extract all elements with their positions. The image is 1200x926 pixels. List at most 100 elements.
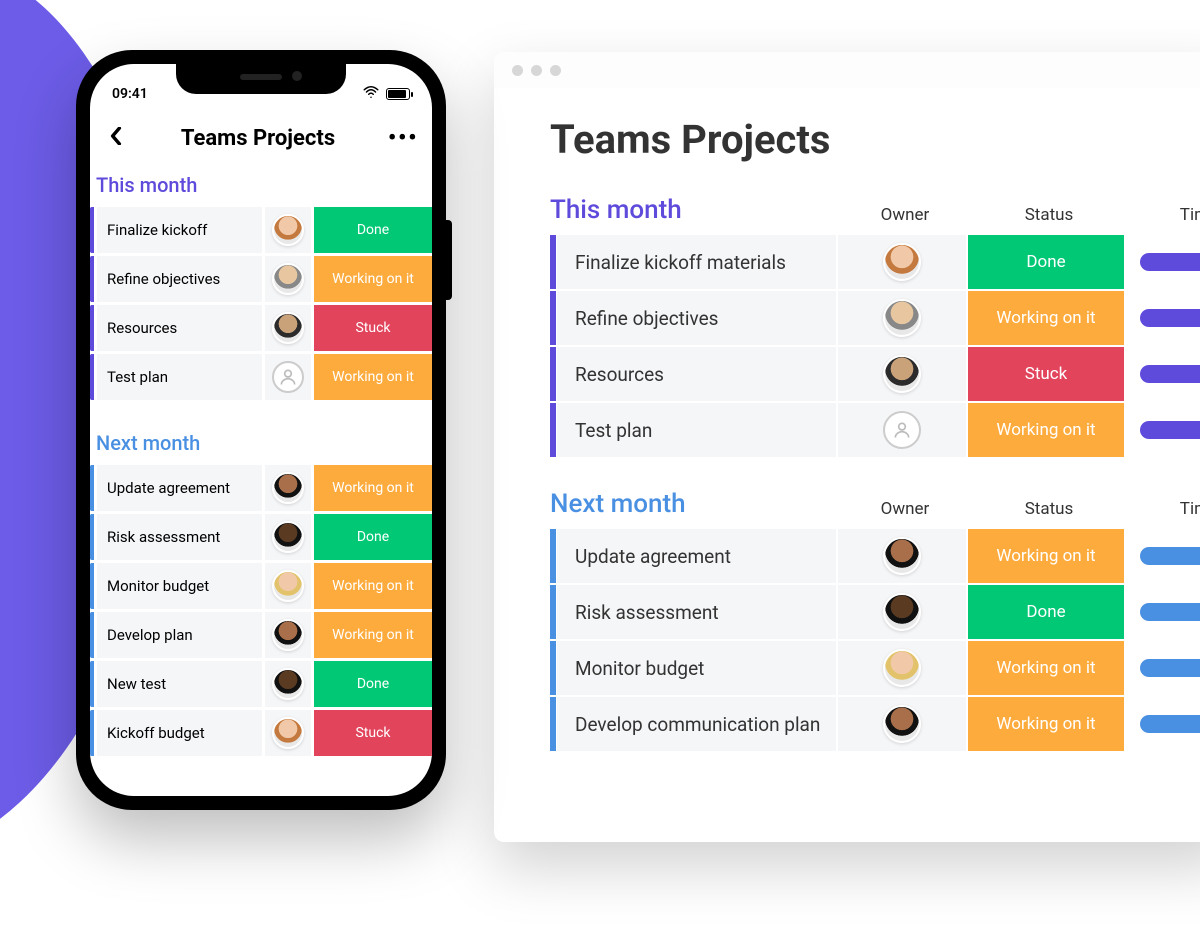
task-owner-cell[interactable] [265,256,311,302]
task-owner-cell[interactable] [265,563,311,609]
task-status[interactable]: Stuck [314,710,432,756]
task-status[interactable]: Working on it [314,465,432,511]
mobile-task-row[interactable]: Develop plan Working on it [90,612,432,658]
mobile-section-title[interactable]: Next month [90,421,432,465]
task-owner-cell[interactable] [836,347,966,401]
task-owner-cell[interactable] [836,585,966,639]
task-name[interactable]: Risk assessment [97,514,262,560]
mobile-task-row[interactable]: Refine objectives Working on it [90,256,432,302]
task-owner-cell[interactable] [836,291,966,345]
task-status[interactable]: Done [314,207,432,253]
task-timeline[interactable] [1140,347,1200,401]
task-status[interactable]: Done [314,661,432,707]
row-color-bar [90,256,94,302]
task-owner-cell[interactable] [265,710,311,756]
task-status[interactable]: Working on it [314,256,432,302]
desktop-task-row[interactable]: Update agreement Working on it [550,529,1200,583]
more-menu-button[interactable]: ••• [388,126,418,151]
column-header-time: Time [1128,205,1200,225]
desktop-task-row[interactable]: Refine objectives Working on it [550,291,1200,345]
task-timeline[interactable] [1140,291,1200,345]
task-name[interactable]: Develop communication plan [556,697,836,751]
task-name[interactable]: Resources [556,347,836,401]
task-name[interactable]: Kickoff budget [97,710,262,756]
mobile-task-row[interactable]: Risk assessment Done [90,514,432,560]
task-owner-cell[interactable] [836,529,966,583]
desktop-section-title[interactable]: Next month [550,489,840,519]
task-owner-cell[interactable] [836,697,966,751]
task-name[interactable]: Test plan [556,403,836,457]
task-timeline[interactable] [1140,529,1200,583]
task-name[interactable]: New test [97,661,262,707]
phone-frame: 09:41 Teams Projects ••• This monthFinal… [76,50,446,810]
task-owner-cell[interactable] [836,641,966,695]
column-header-status: Status [970,205,1128,225]
task-name[interactable]: Refine objectives [556,291,836,345]
task-name[interactable]: Test plan [97,354,262,400]
task-owner-cell[interactable] [265,465,311,511]
task-owner-cell[interactable] [836,403,966,457]
task-name[interactable]: Risk assessment [556,585,836,639]
timeline-pill [1140,659,1200,677]
task-status[interactable]: Working on it [966,529,1124,583]
task-owner-cell[interactable] [265,207,311,253]
task-status[interactable]: Done [314,514,432,560]
task-name[interactable]: Monitor budget [97,563,262,609]
desktop-task-row[interactable]: Finalize kickoff materials Done [550,235,1200,289]
row-color-bar [90,661,94,707]
task-status[interactable]: Working on it [966,291,1124,345]
avatar [272,521,304,553]
task-name[interactable]: Update agreement [97,465,262,511]
mobile-task-row[interactable]: Resources Stuck [90,305,432,351]
task-status[interactable]: Working on it [966,697,1124,751]
task-status[interactable]: Working on it [966,641,1124,695]
timeline-pill [1140,547,1200,565]
mobile-page-title: Teams Projects [181,126,335,151]
desktop-section-title[interactable]: This month [550,195,840,225]
mobile-task-row[interactable]: New test Done [90,661,432,707]
task-name[interactable]: Finalize kickoff materials [556,235,836,289]
column-header-owner: Owner [840,205,970,225]
task-status[interactable]: Stuck [314,305,432,351]
desktop-task-row[interactable]: Resources Stuck [550,347,1200,401]
task-status[interactable]: Done [966,585,1124,639]
task-status[interactable]: Working on it [966,403,1124,457]
task-timeline[interactable] [1140,403,1200,457]
task-timeline[interactable] [1140,585,1200,639]
task-status[interactable]: Working on it [314,563,432,609]
mobile-task-row[interactable]: Test plan Working on it [90,354,432,400]
window-maximize-dot[interactable] [550,65,561,76]
task-status[interactable]: Working on it [314,354,432,400]
mobile-task-row[interactable]: Monitor budget Working on it [90,563,432,609]
task-status[interactable]: Done [966,235,1124,289]
desktop-task-row[interactable]: Risk assessment Done [550,585,1200,639]
task-name[interactable]: Resources [97,305,262,351]
task-owner-cell[interactable] [265,354,311,400]
task-owner-cell[interactable] [265,514,311,560]
task-name[interactable]: Finalize kickoff [97,207,262,253]
task-owner-cell[interactable] [836,235,966,289]
task-timeline[interactable] [1140,641,1200,695]
mobile-task-row[interactable]: Update agreement Working on it [90,465,432,511]
mobile-task-row[interactable]: Kickoff budget Stuck [90,710,432,756]
column-header-status: Status [970,499,1128,519]
task-status[interactable]: Stuck [966,347,1124,401]
mobile-task-row[interactable]: Finalize kickoff Done [90,207,432,253]
task-name[interactable]: Develop plan [97,612,262,658]
window-close-dot[interactable] [512,65,523,76]
desktop-task-row[interactable]: Develop communication plan Working on it [550,697,1200,751]
task-owner-cell[interactable] [265,612,311,658]
mobile-section-title[interactable]: This month [90,163,432,207]
task-name[interactable]: Refine objectives [97,256,262,302]
task-timeline[interactable] [1140,697,1200,751]
task-status[interactable]: Working on it [314,612,432,658]
back-button[interactable] [104,126,128,151]
desktop-task-row[interactable]: Test plan Working on it [550,403,1200,457]
window-minimize-dot[interactable] [531,65,542,76]
task-owner-cell[interactable] [265,305,311,351]
task-timeline[interactable] [1140,235,1200,289]
task-name[interactable]: Update agreement [556,529,836,583]
task-name[interactable]: Monitor budget [556,641,836,695]
desktop-task-row[interactable]: Monitor budget Working on it [550,641,1200,695]
task-owner-cell[interactable] [265,661,311,707]
